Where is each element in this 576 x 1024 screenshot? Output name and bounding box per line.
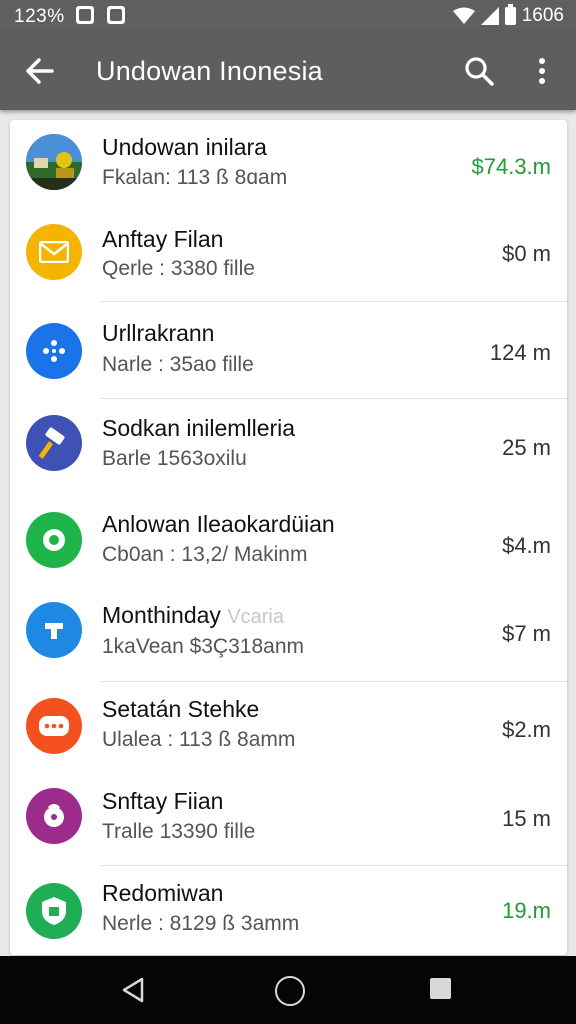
status-time: 123%	[14, 6, 65, 27]
nav-back-icon[interactable]	[120, 976, 148, 1004]
list-item[interactable]: Setatán Stehke Ulalea : 113 ß 8amm $2.m	[10, 682, 567, 776]
item-amount: 124 m	[489, 340, 551, 365]
back-arrow-icon[interactable]	[20, 51, 60, 91]
item-title-main: Monthinday	[102, 602, 221, 628]
item-amount: $7 m	[502, 621, 551, 646]
item-subtitle: Barle 1563oxilu	[102, 447, 247, 470]
circle-icon	[26, 512, 82, 568]
item-subtitle: Tralle 13390 fille	[102, 820, 256, 843]
list-item[interactable]: Monthinday Vcaria 1kaVean $3Ç318anm $7 m	[10, 590, 567, 682]
item-title: Redomiwan	[102, 880, 224, 906]
item-amount: $74.3.m	[471, 154, 552, 179]
list-item[interactable]: Sodkan inilemlleria Barle 1563oxilu 25 m	[10, 399, 567, 495]
image-notification-icon	[107, 6, 125, 24]
item-amount: 19.m	[502, 898, 551, 923]
item-title: Urllrakrann	[102, 320, 215, 346]
list-item[interactable]: Anftay Filan Qerle : 3380 fille $0 m	[10, 210, 567, 302]
photo-thumbnail	[26, 134, 82, 190]
item-amount: $4.m	[502, 533, 551, 558]
item-subtitle: 1kaVean $3Ç318anm	[102, 635, 304, 658]
item-title: Setatán Stehke	[102, 696, 260, 722]
nav-recents-icon[interactable]	[430, 978, 451, 999]
battery-icon	[504, 4, 516, 25]
item-subtitle: Fkalan: 113 ß 8ɑam	[102, 166, 288, 189]
tag-icon	[26, 602, 82, 658]
app-bar: Undowan Inonesia	[0, 32, 576, 110]
wifi-icon	[452, 7, 475, 24]
list-item[interactable]: Undowan inilara Fkalan: 113 ß 8ɑam $74.3…	[10, 120, 567, 210]
item-title: Sodkan inilemlleria	[102, 415, 296, 441]
item-amount: 25 m	[502, 435, 551, 460]
status-bar: 123% 1606	[0, 0, 576, 32]
page-title: Undowan Inonesia	[96, 56, 323, 86]
hammer-icon	[26, 415, 82, 471]
item-subtitle: Qerle : 3380 fille	[102, 257, 255, 280]
item-title: Snftay Fiian	[102, 788, 224, 814]
list-item[interactable]: Urllrakrann Narle : 35ao fille 124 m	[10, 302, 567, 399]
mail-icon	[26, 224, 82, 280]
transaction-list: Undowan inilara Fkalan: 113 ß 8ɑam $74.3…	[10, 120, 567, 955]
dots-icon	[26, 323, 82, 379]
lock-icon	[26, 788, 82, 844]
item-amount: $2.m	[502, 717, 551, 742]
shield-icon	[26, 883, 82, 939]
search-icon[interactable]	[460, 52, 498, 90]
item-subtitle: Nerle : 8129 ß 3amm	[102, 912, 300, 935]
list-item[interactable]: Anlowan Ileaokardüian Cb0an : 13,2/ Maki…	[10, 495, 567, 590]
list-item[interactable]: Redomiwan Nerle : 8129 ß 3amm 19.m	[10, 866, 567, 955]
list-item[interactable]: Snftay Fiian Tralle 13390 fille 15 m	[10, 776, 567, 866]
item-title: Monthinday Vcaria	[102, 602, 284, 629]
status-battery-text: 1606	[521, 5, 564, 26]
notification-icon	[76, 6, 94, 24]
item-title: Anlowan Ileaokardüian	[102, 511, 335, 537]
nav-home-icon[interactable]	[275, 976, 305, 1006]
item-subtitle: Narle : 35ao fille	[102, 353, 254, 376]
item-title-faded: Vcaria	[227, 606, 285, 628]
chat-icon	[26, 698, 82, 754]
signal-icon	[480, 7, 499, 25]
more-options-icon[interactable]	[528, 52, 556, 90]
item-title: Undowan inilara	[102, 134, 267, 160]
item-amount: 15 m	[502, 806, 551, 831]
item-subtitle: Ulalea : 113 ß 8amm	[102, 728, 296, 751]
system-nav-bar	[0, 956, 576, 1024]
item-amount: $0 m	[502, 241, 551, 266]
item-title: Anftay Filan	[102, 226, 224, 252]
item-subtitle: Cb0an : 13,2/ Makinm	[102, 543, 308, 566]
